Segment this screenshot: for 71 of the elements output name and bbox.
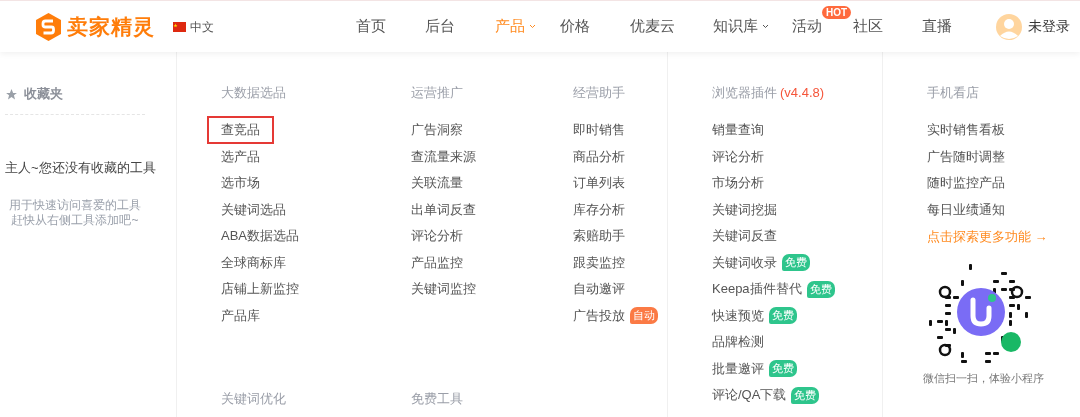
- badge: 免费: [769, 307, 797, 325]
- menu-link[interactable]: 库存分析: [573, 199, 625, 220]
- menu-link[interactable]: 评论分析: [712, 146, 764, 167]
- menu-link[interactable]: ABA数据选品: [221, 226, 299, 247]
- badge: 免费: [791, 386, 820, 404]
- nav-link[interactable]: 价格: [560, 15, 590, 38]
- star-icon: [5, 87, 18, 101]
- menu-link[interactable]: 产品库: [221, 305, 260, 326]
- menu-link[interactable]: 即时销售: [573, 120, 625, 141]
- menu-link[interactable]: 跟卖监控: [573, 252, 625, 273]
- section-heading: 经营助手: [573, 84, 625, 103]
- menu-link[interactable]: 评论分析: [411, 226, 463, 247]
- nav-link[interactable]: 优麦云: [630, 15, 675, 38]
- menu-link[interactable]: 关键词监控: [411, 279, 476, 300]
- nav-link[interactable]: 首页: [356, 15, 386, 38]
- menu-link[interactable]: 选市场: [221, 173, 260, 194]
- menu-link[interactable]: 索赔助手: [573, 226, 625, 247]
- menu-link[interactable]: 订单列表: [573, 173, 625, 194]
- section-heading: 大数据选品: [221, 84, 286, 103]
- menu-link[interactable]: 选产品: [221, 146, 260, 167]
- menu-link[interactable]: 每日业绩通知: [927, 199, 1005, 220]
- menu-link[interactable]: 店铺上新监控: [221, 279, 299, 300]
- language-selector[interactable]: 中文: [190, 17, 214, 36]
- nav-link[interactable]: 活动: [792, 15, 822, 38]
- menu-link[interactable]: 广告投放: [573, 305, 625, 326]
- badge: 免费: [806, 280, 835, 298]
- china-flag-icon[interactable]: [173, 21, 186, 32]
- menu-link[interactable]: 关键词挖掘: [712, 199, 777, 220]
- section-heading: 运营推广: [411, 84, 463, 103]
- hot-badge: HOT: [822, 6, 852, 20]
- menu-link[interactable]: 查流量来源: [411, 146, 476, 167]
- menu-link[interactable]: 商品分析: [573, 146, 625, 167]
- menu-link[interactable]: 广告随时调整: [927, 146, 1005, 167]
- menu-link[interactable]: 批量邀评: [712, 358, 764, 379]
- badge: 自动: [630, 307, 658, 325]
- menu-link[interactable]: 广告洞察: [411, 120, 463, 141]
- empty-message: 主人~您还没有收藏的工具: [5, 159, 157, 177]
- section-heading: 免费工具: [411, 390, 463, 409]
- favorites-title: 收藏夹: [24, 85, 63, 103]
- nav-link[interactable]: 社区: [853, 15, 883, 38]
- badge: 免费: [782, 254, 810, 272]
- menu-link[interactable]: 产品监控: [411, 252, 463, 273]
- hint-text: 用于快速访问喜爱的工具: [8, 197, 142, 213]
- menu-link[interactable]: 关键词收录: [712, 252, 777, 273]
- nav-link[interactable]: 知识库: [713, 15, 769, 38]
- menu-link[interactable]: 关键词反查: [712, 226, 777, 247]
- badge: 免费: [769, 360, 797, 378]
- qr-caption: 微信扫一扫，体验小程序: [923, 370, 1045, 386]
- menu-link[interactable]: 出单词反查: [411, 199, 476, 220]
- menu-link[interactable]: 销量查询: [712, 120, 764, 141]
- section-heading: 手机看店: [927, 84, 979, 103]
- section-heading: 浏览器插件: [712, 84, 777, 103]
- menu-link[interactable]: 品牌检测: [712, 332, 764, 353]
- menu-link[interactable]: 随时监控产品: [927, 173, 1005, 194]
- menu-link[interactable]: 实时销售看板: [927, 120, 1005, 141]
- hint-text: 赶快从右侧工具添加吧~: [10, 212, 140, 228]
- menu-link[interactable]: 关键词选品: [221, 199, 286, 220]
- logo-icon: [36, 12, 61, 41]
- menu-link[interactable]: Keepa插件替代: [712, 279, 802, 300]
- menu-link[interactable]: 评论/QA下载: [712, 385, 787, 406]
- version-label: (v4.4.8): [780, 84, 825, 103]
- menu-link[interactable]: 查竞品: [207, 116, 274, 145]
- nav-link[interactable]: 直播: [922, 15, 952, 38]
- nav-link[interactable]: 后台: [425, 15, 455, 38]
- menu-link[interactable]: 快速预览: [712, 305, 764, 326]
- menu-link[interactable]: 市场分析: [712, 173, 764, 194]
- menu-link[interactable]: 关联流量: [411, 173, 463, 194]
- menu-link[interactable]: 自动邀评: [573, 279, 625, 300]
- login-link[interactable]: 未登录: [1028, 16, 1070, 37]
- menu-link[interactable]: 全球商标库: [221, 252, 286, 273]
- section-heading: 关键词优化: [221, 390, 286, 409]
